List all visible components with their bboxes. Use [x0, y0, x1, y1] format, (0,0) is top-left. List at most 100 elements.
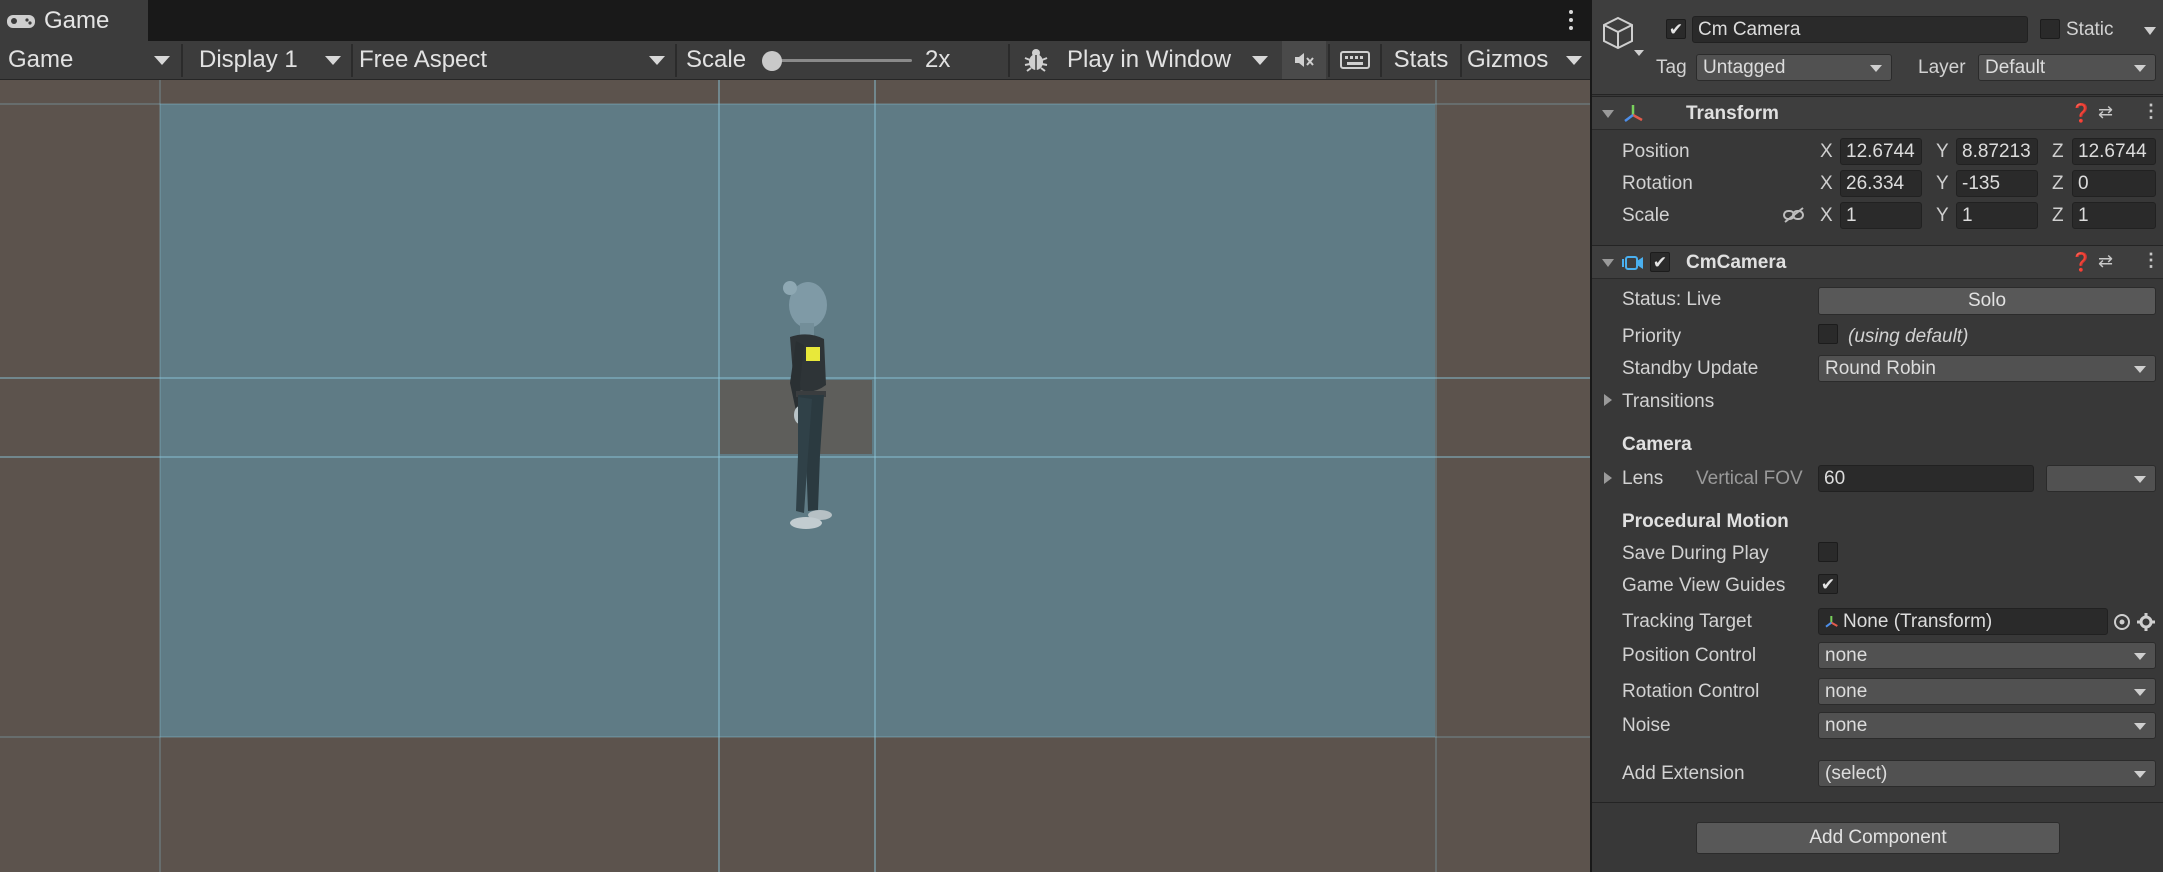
rotation-label: Rotation — [1622, 173, 1693, 194]
rotation-control-dropdown[interactable]: none — [1818, 678, 2156, 705]
chevron-down-icon — [1252, 56, 1268, 65]
axis-x-label: X — [1820, 173, 1833, 194]
axis-x-label: X — [1820, 141, 1833, 162]
panel-menu-icon[interactable] — [1564, 4, 1578, 36]
noise-label: Noise — [1622, 715, 1671, 736]
chevron-down-icon — [325, 56, 341, 65]
axis-z-label: Z — [2052, 205, 2064, 226]
layer-dropdown[interactable]: Default — [1978, 54, 2156, 81]
component-menu-icon[interactable]: ⋮ — [2142, 101, 2160, 122]
debug-bug-icon[interactable] — [1010, 41, 1062, 79]
chevron-down-icon — [2134, 771, 2146, 778]
add-component-button[interactable]: Add Component — [1696, 822, 2060, 854]
tag-dropdown[interactable]: Untagged — [1696, 54, 1892, 81]
standby-update-dropdown[interactable]: Round Robin — [1818, 355, 2156, 382]
display-dropdown[interactable]: Display 1 — [183, 41, 351, 79]
game-view-panel: Game Game Display 1 Free Aspect Scale 2x — [0, 0, 1590, 872]
view-mode-label: Game — [8, 46, 74, 73]
rotation-control-label: Rotation Control — [1622, 681, 1760, 702]
object-picker-icon[interactable] — [2110, 608, 2134, 635]
camera-section-title: Camera — [1622, 434, 1692, 455]
rotation-x-field[interactable]: 26.334 — [1840, 170, 1922, 197]
presets-icon[interactable]: ⇄ — [2098, 251, 2113, 272]
gizmos-dropdown[interactable]: Gizmos — [1462, 41, 1588, 79]
play-mode-label: Play in Window — [1067, 46, 1232, 73]
game-tab[interactable]: Game — [0, 0, 148, 41]
chevron-down-icon — [2134, 689, 2146, 696]
scale-slider-track[interactable] — [772, 59, 912, 62]
static-label: Static — [2066, 19, 2114, 40]
scale-label: Scale — [677, 41, 757, 79]
object-name-field[interactable]: Cm Camera — [1692, 16, 2028, 43]
tag-label: Tag — [1656, 57, 1687, 78]
display-label: Display 1 — [199, 46, 298, 73]
position-x-field[interactable]: 12.6744 — [1840, 138, 1922, 165]
save-during-play-label: Save During Play — [1622, 543, 1769, 564]
guide-line — [0, 103, 1590, 105]
priority-label: Priority — [1622, 326, 1682, 347]
rotation-z-field[interactable]: 0 — [2072, 170, 2156, 197]
priority-checkbox[interactable] — [1818, 324, 1838, 344]
game-view-guides-checkbox[interactable]: ✔ — [1818, 574, 1838, 594]
game-viewport[interactable] — [0, 80, 1590, 872]
play-mode-dropdown[interactable]: Play in Window — [1064, 41, 1280, 79]
scale-x-field[interactable]: 1 — [1840, 202, 1922, 229]
scale-label: Scale — [1622, 205, 1670, 226]
scale-slider-thumb[interactable] — [762, 51, 782, 71]
solo-button[interactable]: Solo — [1818, 287, 2156, 315]
gear-icon[interactable] — [2134, 608, 2158, 635]
gizmos-label: Gizmos — [1467, 46, 1549, 73]
position-label: Position — [1622, 141, 1690, 162]
add-extension-dropdown[interactable]: (select) — [1818, 760, 2156, 787]
tracking-target-field[interactable]: None (Transform) — [1818, 608, 2108, 635]
position-control-label: Position Control — [1622, 645, 1757, 666]
transform-header[interactable]: Transform ❓ ⇄ ⋮ — [1592, 96, 2163, 130]
chevron-down-icon[interactable] — [2144, 27, 2156, 35]
chevron-down-icon — [1566, 56, 1582, 65]
gamepad-icon — [6, 11, 36, 31]
chevron-down-icon — [1870, 65, 1882, 72]
help-icon[interactable]: ❓ — [2070, 252, 2092, 273]
help-icon[interactable]: ❓ — [2070, 103, 2092, 124]
active-checkbox[interactable]: ✔ — [1666, 19, 1686, 39]
lens-preset-dropdown[interactable] — [2046, 465, 2156, 492]
save-during-play-checkbox[interactable] — [1818, 542, 1838, 562]
cinemachine-camera-icon — [1622, 256, 1643, 270]
cmcamera-header[interactable]: ✔ CmCamera ❓ ⇄ ⋮ — [1592, 245, 2163, 279]
rotation-y-field[interactable]: -135 — [1956, 170, 2038, 197]
keyboard-icon[interactable] — [1330, 41, 1380, 79]
position-z-field[interactable]: 12.6744 — [2072, 138, 2156, 165]
presets-icon[interactable]: ⇄ — [2098, 102, 2113, 123]
component-menu-icon[interactable]: ⋮ — [2142, 250, 2160, 271]
view-mode-dropdown[interactable]: Game — [0, 41, 180, 79]
add-extension-value: (select) — [1825, 763, 1888, 784]
mute-audio-icon[interactable] — [1282, 41, 1326, 79]
tracking-target-label: Tracking Target — [1622, 611, 1752, 632]
foldout-icon[interactable] — [1602, 110, 1614, 118]
noise-value: none — [1825, 715, 1868, 736]
chevron-down-icon — [2134, 366, 2146, 373]
transform-axes-icon — [1825, 616, 1838, 628]
constrain-proportions-icon[interactable] — [1782, 206, 1806, 224]
foldout-icon[interactable] — [1604, 394, 1612, 406]
aspect-dropdown[interactable]: Free Aspect — [353, 41, 675, 79]
priority-note: (using default) — [1848, 326, 1969, 347]
foldout-icon[interactable] — [1604, 472, 1612, 484]
vertical-fov-field[interactable]: 60 — [1818, 465, 2034, 492]
standby-update-label: Standby Update — [1622, 358, 1759, 379]
game-tab-label: Game — [44, 6, 110, 34]
cmcamera-enabled-checkbox[interactable]: ✔ — [1650, 252, 1670, 272]
position-y-field[interactable]: 8.87213 — [1956, 138, 2038, 165]
lens-foldout[interactable]: Lens — [1622, 468, 1663, 490]
scale-y-field[interactable]: 1 — [1956, 202, 2038, 229]
position-control-dropdown[interactable]: none — [1818, 642, 2156, 669]
scale-z-field[interactable]: 1 — [2072, 202, 2156, 229]
guide-line — [1435, 80, 1437, 872]
chevron-down-icon[interactable] — [1634, 50, 1644, 56]
stats-button[interactable]: Stats — [1382, 41, 1460, 79]
static-checkbox[interactable] — [2040, 19, 2060, 39]
noise-dropdown[interactable]: none — [1818, 712, 2156, 739]
transitions-foldout[interactable]: Transitions — [1622, 391, 1714, 413]
chevron-down-icon — [154, 56, 170, 65]
foldout-icon[interactable] — [1602, 259, 1614, 267]
